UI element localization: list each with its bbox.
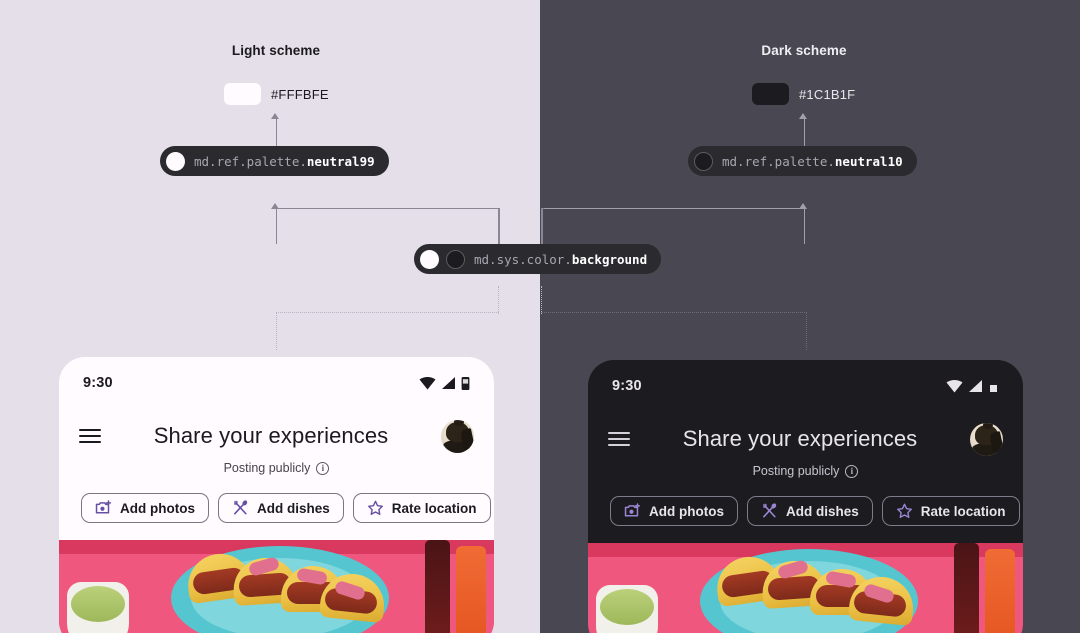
status-bar-clock: 9:30 bbox=[83, 375, 113, 391]
dark-hex-swatch-row: #1C1B1F bbox=[752, 83, 855, 105]
info-icon[interactable]: i bbox=[845, 464, 859, 478]
arrow-light-ref-to-swatch-head bbox=[271, 113, 279, 119]
action-chip-row-dark: Add photos Add dishes Rate location bbox=[588, 496, 1023, 526]
sys-token-prefix: md.sys.color. bbox=[474, 251, 572, 267]
dark-hex-label: #1C1B1F bbox=[799, 86, 856, 102]
sys-token-label: md.sys.color.background bbox=[474, 252, 647, 267]
token-pill-light-ref-palette[interactable]: md.ref.palette.neutral99 bbox=[160, 146, 389, 176]
token-name-light: neutral99 bbox=[306, 153, 375, 169]
dotted-right-horizontal bbox=[541, 312, 807, 313]
arrow-right-branch-down bbox=[541, 207, 543, 244]
user-avatar[interactable] bbox=[441, 419, 474, 453]
add-photo-camera-icon bbox=[624, 503, 641, 517]
app-bar-dark: Share your experiences bbox=[588, 412, 1023, 466]
chip-add-dishes[interactable]: Add dishes bbox=[746, 496, 873, 526]
token-color-dot-light bbox=[166, 151, 185, 171]
status-bar-clock: 9:30 bbox=[612, 378, 642, 394]
chip-rate-location[interactable]: Rate location bbox=[881, 496, 1020, 526]
dotted-left-down-to-phone bbox=[276, 312, 277, 350]
arrow-right-branch-up bbox=[803, 208, 805, 244]
chip-label: Rate location bbox=[920, 503, 1006, 519]
fork-spoon-icon bbox=[763, 503, 777, 518]
phone-mockup-dark: 9:30 Share your experiences Posting publ… bbox=[588, 360, 1023, 633]
posting-visibility-label: Posting publicly bbox=[223, 461, 311, 475]
chip-add-dishes[interactable]: Add dishes bbox=[217, 493, 344, 523]
arrow-left-branch-up bbox=[275, 208, 277, 244]
token-pill-dark-ref-palette[interactable]: md.ref.palette.neutral10 bbox=[688, 146, 917, 176]
token-color-dot-dark bbox=[694, 151, 713, 171]
wifi-icon bbox=[946, 380, 963, 393]
chip-label: Rate location bbox=[391, 500, 477, 516]
dotted-right-stub bbox=[541, 286, 542, 314]
food-photo-light[interactable] bbox=[59, 540, 494, 633]
chip-label: Add photos bbox=[649, 503, 724, 519]
fork-spoon-icon bbox=[234, 500, 248, 515]
cell-signal-icon bbox=[969, 380, 982, 392]
status-bar-icons bbox=[419, 376, 470, 391]
app-bar-light: Share your experiences bbox=[59, 409, 494, 463]
light-color-swatch bbox=[224, 83, 261, 105]
status-bar-icons bbox=[946, 379, 999, 393]
arrow-left-branch-down bbox=[498, 207, 500, 244]
phone-mockup-light: 9:30 Share your experiences Posting publ… bbox=[59, 357, 494, 633]
food-photo-dark[interactable] bbox=[588, 543, 1023, 633]
arrow-dark-ref-to-swatch-head bbox=[799, 113, 807, 119]
user-avatar[interactable] bbox=[970, 422, 1003, 456]
page-title: Share your experiences bbox=[682, 426, 918, 451]
token-name-dark: neutral10 bbox=[834, 153, 903, 169]
arrow-light-ref-to-swatch-stem bbox=[275, 118, 277, 146]
arrow-right-branch-horizontal-dark bbox=[542, 207, 804, 209]
light-hex-swatch-row: #FFFBFE bbox=[224, 83, 329, 105]
arrow-dark-ref-to-swatch-stem bbox=[803, 118, 805, 146]
dotted-left-stub bbox=[498, 286, 499, 314]
dotted-right-down-to-phone bbox=[805, 312, 807, 350]
page-title: Share your experiences bbox=[153, 423, 389, 448]
add-photo-camera-icon bbox=[95, 500, 112, 514]
light-scheme-heading: Light scheme bbox=[231, 43, 321, 58]
chip-label: Add dishes bbox=[785, 503, 859, 519]
token-pill-sys-color-background[interactable]: md.sys.color.background bbox=[414, 244, 662, 274]
sys-token-dot-dark bbox=[446, 249, 465, 269]
status-bar-dark: 9:30 bbox=[588, 360, 1023, 412]
sys-token-dot-light bbox=[420, 249, 439, 269]
chip-add-photos[interactable]: Add photos bbox=[81, 493, 209, 523]
posting-visibility-row: Posting publicly i bbox=[588, 464, 1023, 478]
token-label-dark: md.ref.palette.neutral10 bbox=[722, 154, 903, 169]
info-icon[interactable]: i bbox=[316, 461, 330, 475]
cell-signal-icon bbox=[442, 377, 455, 389]
chip-label: Add photos bbox=[120, 500, 195, 516]
action-chip-row-light: Add photos Add dishes Rate location bbox=[59, 493, 494, 523]
dark-scheme-heading: Dark scheme bbox=[761, 43, 847, 58]
wifi-icon bbox=[419, 377, 436, 390]
dotted-left-horizontal bbox=[276, 312, 499, 313]
dark-color-swatch bbox=[752, 83, 789, 105]
posting-visibility-label: Posting publicly bbox=[752, 464, 840, 478]
diagram-stage: Light scheme Dark scheme #FFFBFE #1C1B1F… bbox=[0, 0, 1080, 633]
battery-icon bbox=[461, 376, 470, 390]
status-bar-light: 9:30 bbox=[59, 357, 494, 409]
sys-token-name: background bbox=[571, 251, 648, 267]
star-outline-icon bbox=[896, 503, 912, 519]
star-outline-icon bbox=[367, 500, 383, 516]
token-label-light: md.ref.palette.neutral99 bbox=[194, 154, 375, 169]
chip-label: Add dishes bbox=[256, 500, 330, 516]
arrow-left-branch-horizontal bbox=[275, 207, 500, 209]
battery-icon bbox=[990, 385, 997, 392]
token-prefix-light: md.ref.palette. bbox=[194, 153, 307, 169]
token-prefix-dark: md.ref.palette. bbox=[722, 153, 835, 169]
light-hex-label: #FFFBFE bbox=[271, 86, 329, 102]
chip-rate-location[interactable]: Rate location bbox=[352, 493, 491, 523]
chip-add-photos[interactable]: Add photos bbox=[610, 496, 738, 526]
posting-visibility-row: Posting publicly i bbox=[59, 461, 494, 475]
hamburger-menu-icon[interactable] bbox=[608, 432, 630, 446]
hamburger-menu-icon[interactable] bbox=[79, 429, 101, 443]
